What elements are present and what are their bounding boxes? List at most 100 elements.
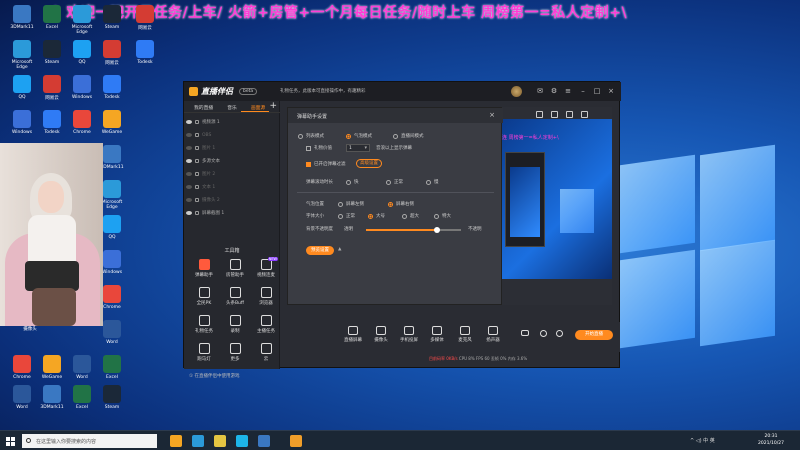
desktop-icon[interactable]: Chrome xyxy=(67,110,97,135)
hint-text[interactable]: ① 在直播伴侣中使用游戏 xyxy=(189,373,239,379)
radio-font-xlarge[interactable] xyxy=(402,214,407,219)
bottom-toolbar-item[interactable]: 摄像头 xyxy=(367,326,395,343)
eye-icon[interactable] xyxy=(186,159,192,163)
source-item[interactable]: 图片 2 xyxy=(184,168,280,180)
tool-button[interactable]: 头条Buff xyxy=(221,287,249,306)
lock-icon[interactable] xyxy=(195,211,199,215)
desktop-icon[interactable]: Microsoft Edge xyxy=(7,40,37,70)
eye-icon[interactable] xyxy=(186,198,192,202)
desktop-icon[interactable]: Chrome xyxy=(7,355,37,380)
desktop-icon[interactable]: 网易云 xyxy=(97,40,127,66)
close-icon[interactable]: × xyxy=(607,87,615,95)
eye-icon[interactable] xyxy=(186,133,192,137)
desktop-icon[interactable]: Steam xyxy=(97,385,127,410)
mail-icon[interactable]: ✉ xyxy=(536,87,544,95)
settings-gear-icon[interactable] xyxy=(537,330,549,339)
desktop-icon[interactable]: WeGame xyxy=(97,110,127,135)
desktop-icon[interactable]: 网易云 xyxy=(130,5,160,31)
bottom-toolbar-item[interactable]: 扬声器 xyxy=(479,326,507,343)
desktop-icon[interactable]: QQ xyxy=(67,40,97,65)
collapse-icon[interactable]: ▲ xyxy=(338,247,341,252)
menu-icon[interactable]: ≡ xyxy=(564,87,572,95)
lock-icon[interactable] xyxy=(195,185,199,189)
lock-icon[interactable] xyxy=(195,172,199,176)
gear-icon[interactable] xyxy=(553,330,565,339)
radio-position-right[interactable] xyxy=(388,202,393,207)
camera-icon[interactable] xyxy=(519,330,531,338)
eye-icon[interactable] xyxy=(186,146,192,150)
preview-tool-icon[interactable] xyxy=(551,111,558,118)
desktop-icon[interactable]: Todesk xyxy=(97,75,127,100)
radio-position-left[interactable] xyxy=(338,202,343,207)
desktop-icon[interactable]: Word xyxy=(67,355,97,380)
taskbar-app-icon[interactable] xyxy=(170,435,182,447)
share-icon[interactable] xyxy=(581,111,588,118)
taskbar-search-input[interactable]: 在这里输入你要搜索的内容 xyxy=(22,434,157,448)
tab-sources[interactable]: 画面源 xyxy=(240,101,270,112)
tool-button[interactable]: 礼物任务 xyxy=(190,315,218,334)
radio-room-mode[interactable] xyxy=(393,134,398,139)
taskbar-app-icon[interactable] xyxy=(192,435,204,447)
tool-button[interactable]: 房管助手 xyxy=(221,259,249,278)
source-item[interactable]: 多源文本 xyxy=(184,155,280,167)
enable-filter-checkbox[interactable] xyxy=(306,162,311,167)
source-item[interactable]: 摄像头 2 xyxy=(184,194,280,206)
desktop-icon[interactable]: Todesk xyxy=(130,40,160,65)
preview-tool-icon[interactable] xyxy=(536,111,543,118)
opacity-slider-knob[interactable] xyxy=(434,227,441,233)
tool-button[interactable]: 弹幕助手 xyxy=(190,259,218,278)
tab-my-live[interactable]: 我的直播 xyxy=(184,101,217,112)
desktop-icon[interactable]: 3DMark11 xyxy=(7,5,37,30)
desktop-icon[interactable]: WeGame xyxy=(37,355,67,380)
minimize-icon[interactable]: – xyxy=(579,87,587,95)
tool-button[interactable]: 主播任务 xyxy=(252,315,280,334)
taskbar-app-icon[interactable] xyxy=(214,435,226,447)
tool-button[interactable]: NEW 视频连麦 xyxy=(252,257,280,278)
desktop-icon[interactable]: Excel xyxy=(67,385,97,410)
tool-button[interactable]: 更多 xyxy=(221,343,249,362)
radio-bubble-mode[interactable] xyxy=(346,134,351,139)
eye-icon[interactable] xyxy=(186,172,192,176)
lock-icon[interactable] xyxy=(195,133,199,137)
version-badge[interactable]: beta xyxy=(239,88,258,95)
desktop-icon[interactable]: Steam xyxy=(37,40,67,65)
bottom-toolbar-item[interactable]: 多媒体 xyxy=(423,326,451,343)
eye-icon[interactable] xyxy=(186,185,192,189)
taskbar-app-icon[interactable] xyxy=(236,435,248,447)
tool-button[interactable]: 录制 xyxy=(221,315,249,334)
start-button[interactable] xyxy=(6,437,15,446)
system-tray[interactable]: ^ ◁) 中 英 xyxy=(690,437,715,444)
radio-speed-fast[interactable] xyxy=(346,180,351,185)
source-item[interactable]: OBS xyxy=(184,129,280,141)
desktop-icon[interactable]: QQ xyxy=(7,75,37,100)
radio-font-large[interactable] xyxy=(368,214,373,219)
tool-button[interactable]: 浏览器 xyxy=(252,287,280,306)
desktop-icon[interactable]: Excel xyxy=(97,355,127,380)
desktop-icon[interactable]: Word xyxy=(7,385,37,410)
taskbar-app-icon[interactable] xyxy=(290,435,302,447)
source-item[interactable]: 屏幕截图 1 xyxy=(184,207,280,219)
source-item[interactable]: 图片 1 xyxy=(184,142,280,154)
desktop-icon[interactable]: Microsoft Edge xyxy=(67,5,97,35)
settings-icon[interactable]: ⚙ xyxy=(550,87,558,95)
source-item[interactable]: 文本 1 xyxy=(184,181,280,193)
tool-button[interactable]: 全民PK xyxy=(190,287,218,306)
bottom-toolbar-item[interactable]: 手机投屏 xyxy=(395,326,423,343)
tool-button[interactable]: 云 xyxy=(252,343,280,362)
preview-tool-icon[interactable] xyxy=(566,111,573,118)
bottom-toolbar-item[interactable]: 麦克风 xyxy=(451,326,479,343)
radio-list-mode[interactable] xyxy=(298,134,303,139)
gift-value-select[interactable]: 1 xyxy=(346,144,370,152)
stream-preview[interactable]: 连 周榜第一=私人定制+\ xyxy=(500,107,612,305)
taskbar-clock[interactable]: 20:31 2021/10/27 xyxy=(752,433,790,447)
user-avatar[interactable] xyxy=(511,86,522,97)
notice-text[interactable]: 礼物任务，此版本可直接操作中，有趣精彩 xyxy=(280,88,366,94)
advanced-settings-button[interactable]: 高级设置 xyxy=(356,159,382,168)
taskbar-app-icon[interactable] xyxy=(258,435,270,447)
add-source-icon[interactable]: + xyxy=(269,101,277,111)
radio-font-xxlarge[interactable] xyxy=(434,214,439,219)
gift-value-checkbox[interactable] xyxy=(306,146,311,151)
radio-speed-normal[interactable] xyxy=(386,180,391,185)
lock-icon[interactable] xyxy=(195,198,199,202)
lock-icon[interactable] xyxy=(195,159,199,163)
